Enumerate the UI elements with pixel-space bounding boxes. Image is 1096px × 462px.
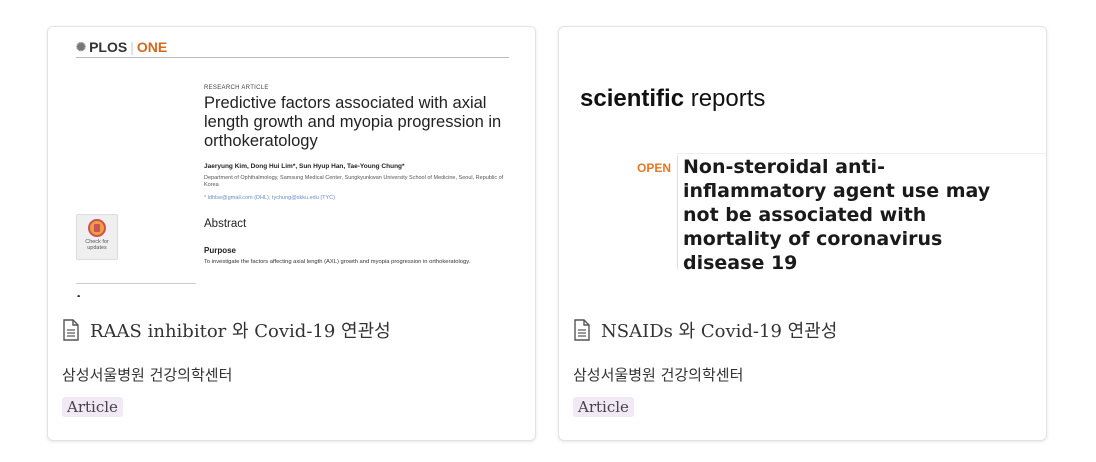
bullet: • — [76, 293, 81, 297]
paper-header: OPEN Non-steroidal anti-inflammatory age… — [623, 155, 1023, 275]
card-grid: ✺ PLOS | ONE RESEARCH ARTICLE Predictive… — [47, 26, 1047, 441]
paper-email: * ldhlse@gmail.com (DHL); tychung@skku.e… — [204, 195, 335, 201]
document-icon — [574, 319, 590, 341]
article-tag: Article — [573, 397, 634, 417]
purpose-heading: Purpose — [204, 246, 237, 255]
paper-title: Non-steroidal anti-inflammatory agent us… — [683, 156, 991, 274]
divider — [76, 57, 509, 58]
card-organization: 삼성서울병원 건강의학센터 — [62, 366, 233, 384]
paper-affiliation: Department of Ophthalmology, Samsung Med… — [204, 175, 504, 188]
document-icon — [63, 319, 79, 341]
card-organization: 삼성서울병원 건강의학센터 — [573, 366, 744, 384]
paper-title: Predictive factors associated with axial… — [204, 94, 502, 150]
check-updates-icon — [88, 219, 106, 237]
article-card[interactable]: scientific reports OPEN Non-steroidal an… — [558, 26, 1047, 441]
paper-content: RESEARCH ARTICLE Predictive factors asso… — [204, 85, 514, 266]
divider — [76, 283, 196, 284]
plos-logo-icon: ✺ — [76, 40, 87, 54]
plos-one-logo: ✺ PLOS | ONE — [76, 39, 168, 55]
paper-authors: Jaeryung Kim, Dong Hui Lim*, Sun Hyup Ha… — [204, 163, 405, 170]
article-type: RESEARCH ARTICLE — [204, 85, 269, 91]
scientific-reports-logo: scientific reports — [580, 85, 766, 112]
card-title[interactable]: RAAS inhibitor 와 Covid-19 연관성 — [90, 317, 391, 343]
check-for-updates-badge: Check for updates — [76, 214, 118, 260]
card-title-row[interactable]: RAAS inhibitor 와 Covid-19 연관성 — [62, 317, 391, 343]
article-thumbnail[interactable]: ✺ PLOS | ONE RESEARCH ARTICLE Predictive… — [48, 27, 535, 297]
open-access-label: OPEN — [636, 161, 671, 175]
card-title[interactable]: NSAIDs 와 Covid-19 연관성 — [601, 317, 837, 343]
purpose-text: To investigate the factors affecting axi… — [204, 259, 471, 265]
divider — [677, 153, 1046, 154]
article-tag: Article — [62, 397, 123, 417]
article-card[interactable]: ✺ PLOS | ONE RESEARCH ARTICLE Predictive… — [47, 26, 536, 441]
article-thumbnail[interactable]: scientific reports OPEN Non-steroidal an… — [559, 27, 1046, 297]
card-title-row[interactable]: NSAIDs 와 Covid-19 연관성 — [573, 317, 837, 343]
abstract-heading: Abstract — [204, 218, 247, 230]
